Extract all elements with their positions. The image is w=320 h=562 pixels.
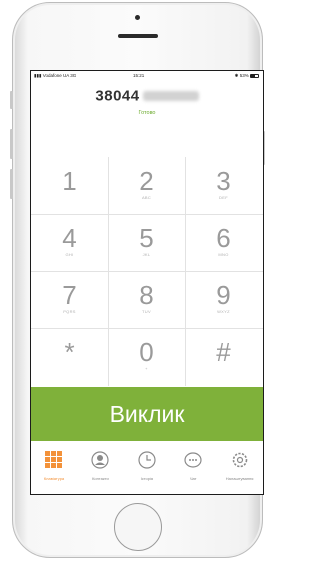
tab-label: Налаштування bbox=[225, 476, 254, 481]
tab-bar: Клавіатура Контакти Історія Чат Налаштування bbox=[31, 442, 263, 494]
key-digit: 9 bbox=[216, 280, 231, 310]
clock-icon bbox=[138, 451, 156, 469]
key-digit: 3 bbox=[216, 166, 231, 196]
contacts-icon bbox=[91, 451, 109, 469]
bluetooth-icon: ✱ bbox=[234, 73, 239, 78]
home-button[interactable] bbox=[114, 503, 162, 551]
tab-keypad-grid[interactable]: Клавіатура bbox=[31, 442, 77, 494]
keypad-divider bbox=[185, 157, 186, 386]
silent-switch bbox=[10, 91, 13, 109]
tab-label: Історія bbox=[140, 476, 153, 481]
keypad-divider bbox=[31, 328, 263, 329]
keypad-key-3[interactable]: 3 DEF bbox=[185, 157, 262, 214]
key-digit: 1 bbox=[62, 166, 77, 196]
keypad-key-8[interactable]: 8 TUV bbox=[108, 271, 185, 328]
keypad-key-11[interactable]: 0 + bbox=[108, 328, 185, 385]
key-digit: # bbox=[216, 337, 231, 367]
tab-label: Чат bbox=[189, 476, 197, 481]
key-letters: JKL bbox=[142, 252, 151, 257]
keypad-key-10[interactable]: * bbox=[31, 328, 108, 385]
tab-contacts[interactable]: Контакти bbox=[77, 442, 123, 494]
status-bar: ▮▮▮ Vodafone UA 3G 15:21 ✱ 53% bbox=[31, 73, 263, 81]
status-carrier-group: ▮▮▮ Vodafone UA 3G bbox=[34, 73, 76, 79]
tab-chat-bubble[interactable]: Чат bbox=[170, 442, 216, 494]
key-letters: MNO bbox=[218, 252, 229, 257]
dialed-number-display[interactable]: 38044 bbox=[31, 87, 263, 105]
key-letters: PQRS bbox=[63, 309, 76, 314]
key-digit: 8 bbox=[139, 280, 154, 310]
dialed-number: 38044 bbox=[95, 87, 140, 105]
keypad-divider bbox=[31, 214, 263, 215]
volume-up-button bbox=[10, 129, 13, 159]
keypad-key-7[interactable]: 7 PQRS bbox=[31, 271, 108, 328]
settings-gear-icon bbox=[231, 451, 249, 469]
tab-settings-gear[interactable]: Налаштування bbox=[217, 442, 263, 494]
keypad-key-6[interactable]: 6 MNO bbox=[185, 214, 262, 271]
carrier-name: Vodafone UA bbox=[42, 73, 69, 78]
blurred-number-digits bbox=[142, 90, 199, 101]
tab-label: Контакти bbox=[92, 476, 109, 481]
key-digit: * bbox=[64, 337, 75, 367]
status-time: 15:21 bbox=[133, 73, 145, 78]
tab-label: Клавіатура bbox=[43, 476, 65, 481]
status-battery-group: ✱ 53% bbox=[235, 73, 259, 79]
key-letters: WXYZ bbox=[217, 309, 230, 314]
battery-icon bbox=[250, 73, 259, 78]
keypad-grid-icon bbox=[45, 451, 63, 469]
phone-screen: ▮▮▮ Vodafone UA 3G 15:21 ✱ 53% 38044 Гот… bbox=[30, 70, 264, 495]
volume-down-button bbox=[10, 169, 13, 199]
keypad-key-4[interactable]: 4 GHI bbox=[31, 214, 108, 271]
keypad-key-1[interactable]: 1 bbox=[31, 157, 108, 214]
key-letters: DEF bbox=[219, 195, 228, 200]
tab-clock[interactable]: Історія bbox=[124, 442, 170, 494]
network-type: 3G bbox=[70, 73, 77, 78]
keypad-divider bbox=[108, 157, 109, 386]
key-letters: ABC bbox=[141, 195, 152, 200]
key-letters: + bbox=[145, 366, 148, 371]
keypad-divider bbox=[31, 271, 263, 272]
key-digit: 4 bbox=[62, 223, 77, 253]
done-button[interactable]: Готово bbox=[31, 110, 263, 116]
keypad-key-2[interactable]: 2 ABC bbox=[108, 157, 185, 214]
chat-bubble-icon bbox=[184, 451, 202, 469]
key-digit: 6 bbox=[216, 223, 231, 253]
call-button[interactable]: Виклик bbox=[31, 387, 263, 441]
battery-percent: 53% bbox=[239, 73, 249, 78]
front-camera bbox=[135, 15, 140, 20]
key-digit: 5 bbox=[139, 223, 154, 253]
key-digit: 7 bbox=[62, 280, 77, 310]
earpiece-speaker bbox=[118, 34, 158, 38]
key-letters: GHI bbox=[65, 252, 74, 257]
keypad-key-5[interactable]: 5 JKL bbox=[108, 214, 185, 271]
signal-icon: ▮▮▮ bbox=[34, 73, 42, 78]
keypad-key-9[interactable]: 9 WXYZ bbox=[185, 271, 262, 328]
key-digit: 0 bbox=[139, 337, 154, 367]
key-digit: 2 bbox=[139, 166, 154, 196]
keypad-key-12[interactable]: # bbox=[185, 328, 262, 385]
key-letters: TUV bbox=[142, 309, 151, 314]
